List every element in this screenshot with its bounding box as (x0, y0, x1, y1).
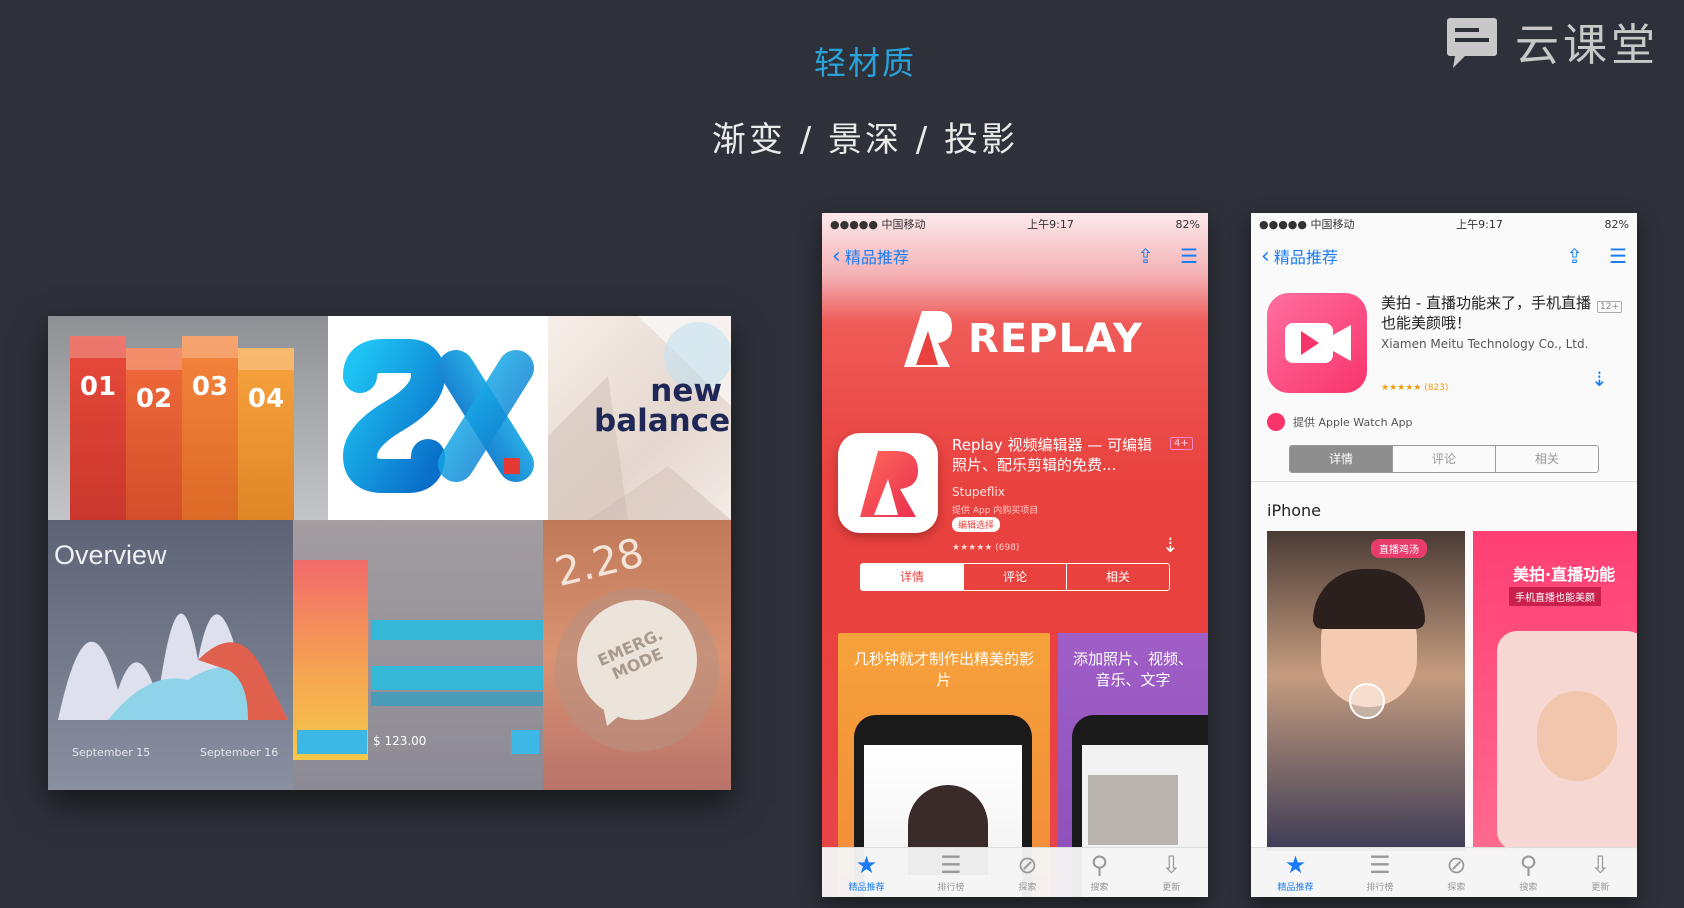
menu-list-icon[interactable]: ☰ (1180, 244, 1198, 268)
replay-app-screen: ●●●●● 中国移动 上午9:17 82% ‹ 精品推荐 ⇪ ☰ REPLAY R… (822, 213, 1208, 897)
rating-stars: ★★★★★ (698) (952, 543, 1020, 553)
download-icon: ⇩ (1161, 851, 1182, 879)
tab-charts[interactable]: ☰ 排行榜 (937, 852, 964, 893)
search-icon: ⚲ (1090, 851, 1109, 879)
design-collage: 01 02 03 04 new balance Overview Septemb… (48, 316, 731, 790)
tab-updates[interactable]: ⇩ 更新 (1161, 852, 1181, 893)
watch-app-icon (1267, 413, 1285, 431)
share-icon[interactable]: ⇪ (1566, 244, 1583, 268)
tab-bar: ★ 精品推荐 ☰ 排行榜 ⊘ 探索 ⚲ 搜索 ⇩ 更新 (822, 847, 1208, 897)
ribbon-04: 04 (238, 348, 294, 520)
tab-search[interactable]: ⚲ 搜索 (1090, 852, 1108, 893)
brand-logo: 云课堂 (1443, 12, 1679, 71)
tab-charts[interactable]: ☰ 排行榜 (1366, 852, 1393, 893)
chat-bubble-icon (1443, 12, 1501, 70)
status-bar: ●●●●● 中国移动 上午9:17 82% (822, 213, 1208, 235)
iap-note: 提供 App 内购买项目 (952, 506, 1039, 516)
list-icon: ☰ (940, 851, 962, 879)
replay-logo-icon (904, 311, 952, 367)
apple-watch-note: 提供 Apple Watch App (1267, 413, 1413, 431)
app-name: 美拍 - 直播功能来了，手机直播也能美颜哦！ (1381, 294, 1591, 332)
compass-icon: ⊘ (1017, 851, 1038, 879)
app-icon[interactable] (838, 433, 938, 533)
overview-tile: Overview September 15 September 16 (48, 520, 293, 790)
screenshot-1[interactable]: 直播鸡汤 (1267, 531, 1465, 851)
overview-date-end: September 16 (200, 746, 279, 759)
search-icon: ⚲ (1519, 851, 1538, 879)
back-button[interactable]: ‹ 精品推荐 (1261, 244, 1338, 269)
live-tag: 直播鸡汤 (1371, 539, 1427, 558)
developer-link[interactable]: Stupeflix (952, 485, 1005, 499)
promo-title: 美拍·直播功能 (1513, 565, 1616, 584)
app-name: Replay 视频编辑器 — 可编辑照片、配乐剪辑的免费... (952, 436, 1153, 474)
new-balance-tile: new balance (548, 316, 731, 520)
status-bar: ●●●●● 中国移动 上午9:17 82% (1251, 213, 1637, 235)
slide-title: 轻材质 (813, 44, 916, 82)
editors-choice-badge: 编辑选择 (952, 517, 1001, 532)
share-icon[interactable]: ⇪ (1137, 244, 1154, 268)
ribbon-02: 02 (126, 348, 182, 520)
star-icon: ★ (1284, 851, 1307, 879)
replay-app-icon (860, 451, 918, 517)
battery-level: 82% (1604, 217, 1629, 231)
overview-date-start: September 15 (72, 746, 151, 759)
star-icon: ★ (855, 851, 878, 879)
developer-link[interactable]: Xiamen Meitu Technology Co., Ltd. (1381, 337, 1631, 351)
tab-reviews[interactable]: 评论 (1392, 446, 1495, 472)
rating-stars: ★★★★★ (823) (1381, 383, 1449, 393)
battery-level: 82% (1175, 217, 1200, 231)
carrier: ●●●●● 中国移动 (1259, 218, 1355, 231)
app-icon[interactable] (1267, 293, 1367, 393)
menu-list-icon[interactable]: ☰ (1609, 244, 1627, 268)
tab-featured[interactable]: ★ 精品推荐 (848, 852, 884, 893)
meipai-app-screen: ●●●●● 中国移动 上午9:17 82% ‹ 精品推荐 ⇪ ☰ 美拍 - 直播功… (1251, 213, 1637, 897)
ribbon-03: 03 (182, 336, 238, 520)
dashboard-tile: $ 123.00 (293, 520, 543, 790)
sx-logo-tile (328, 316, 548, 520)
tab-bar: ★ 精品推荐 ☰ 排行榜 ⊘ 探索 ⚲ 搜索 ⇩ 更新 (1251, 847, 1637, 897)
back-button[interactable]: ‹ 精品推荐 (832, 244, 909, 269)
carrier: ●●●●● 中国移动 (830, 218, 926, 231)
list-icon: ☰ (1369, 851, 1391, 879)
brand-text: 云课堂 (1515, 20, 1659, 71)
tab-details[interactable]: 详情 (861, 564, 963, 590)
segment-control: 详情 评论 相关 (1289, 445, 1599, 473)
tab-details[interactable]: 详情 (1290, 446, 1392, 472)
emergency-tile: 2.28 EMERG. MODE (543, 520, 731, 790)
age-rating: 12+ (1597, 301, 1622, 313)
price-label: $ 123.00 (373, 734, 427, 748)
download-cloud-icon[interactable]: ⇣ (1591, 367, 1608, 391)
promo-subtitle: 手机直播也能美颜 (1509, 587, 1601, 606)
sx-logo-icon (342, 339, 534, 493)
tab-explore[interactable]: ⊘ 探索 (1017, 852, 1037, 893)
video-camera-icon (1285, 323, 1351, 363)
download-icon: ⇩ (1590, 851, 1611, 879)
tab-search[interactable]: ⚲ 搜索 (1519, 852, 1537, 893)
download-cloud-icon[interactable]: ⇣ (1162, 533, 1179, 557)
nav-bar: ‹ 精品推荐 ⇪ ☰ (1251, 235, 1637, 277)
tab-explore[interactable]: ⊘ 探索 (1446, 852, 1466, 893)
compass-icon: ⊘ (1446, 851, 1467, 879)
segment-control: 详情 评论 相关 (860, 563, 1170, 591)
new-balance-wordmark: new balance (594, 373, 731, 439)
screenshot-2[interactable]: 美拍·直播功能 手机直播也能美颜 (1473, 531, 1637, 851)
replay-banner: REPLAY (898, 307, 1143, 371)
section-iphone: iPhone (1267, 501, 1322, 520)
clock-time: 上午9:17 (1456, 218, 1503, 231)
slide-subtitle: 渐变 / 景深 / 投影 (711, 120, 1019, 160)
play-icon[interactable] (1349, 683, 1385, 719)
tab-featured[interactable]: ★ 精品推荐 (1277, 852, 1313, 893)
ribbon-tile: 01 02 03 04 (48, 316, 328, 520)
clock-time: 上午9:17 (1027, 218, 1074, 231)
tab-updates[interactable]: ⇩ 更新 (1590, 852, 1610, 893)
age-rating: 4+ (1170, 437, 1193, 450)
chevron-left-icon: ‹ (832, 243, 841, 269)
nav-bar: ‹ 精品推荐 ⇪ ☰ (822, 235, 1208, 277)
tab-related[interactable]: 相关 (1066, 564, 1169, 590)
tab-reviews[interactable]: 评论 (963, 564, 1066, 590)
chevron-left-icon: ‹ (1261, 243, 1270, 269)
tab-related[interactable]: 相关 (1495, 446, 1598, 472)
ribbon-01: 01 (70, 336, 126, 520)
